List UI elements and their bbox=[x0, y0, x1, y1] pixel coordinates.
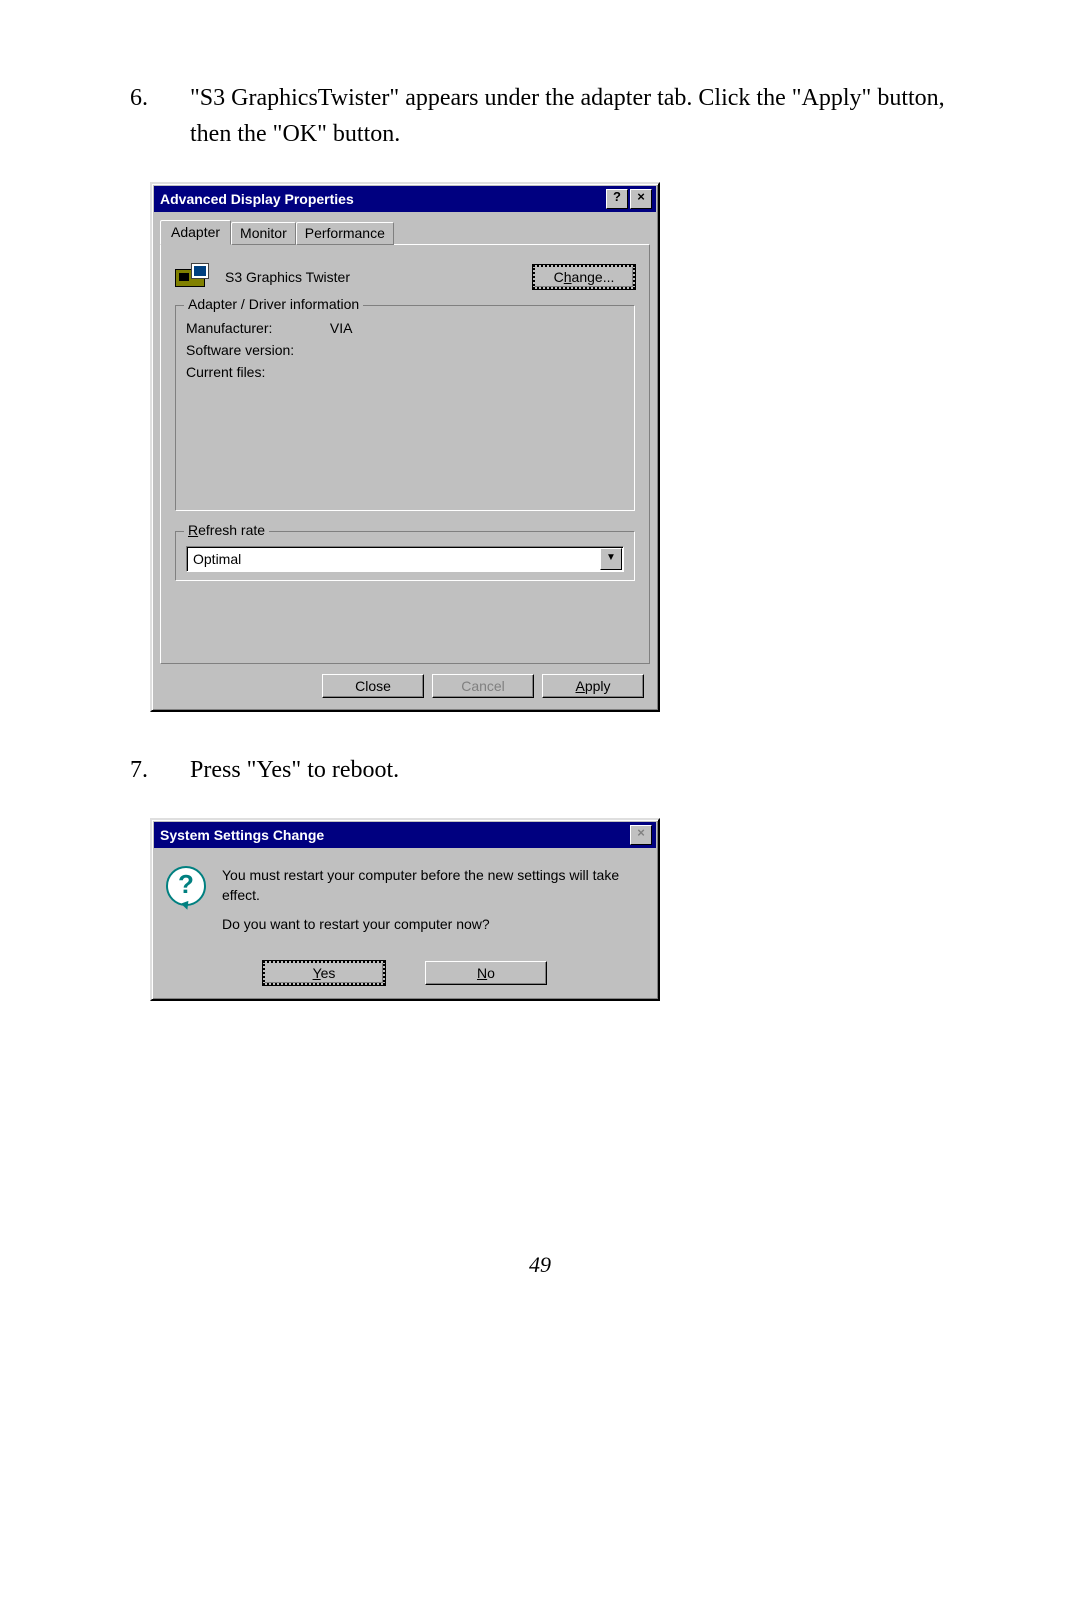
titlebar[interactable]: Advanced Display Properties ? × bbox=[154, 186, 656, 212]
step-6-number: 6. bbox=[120, 80, 190, 152]
close-button[interactable]: Close bbox=[322, 674, 424, 698]
system-settings-change-dialog: System Settings Change × ? You must rest… bbox=[150, 818, 660, 1001]
tabs: Adapter Monitor Performance bbox=[160, 220, 650, 245]
message-line-2: Do you want to restart your computer now… bbox=[222, 915, 644, 935]
titlebar[interactable]: System Settings Change × bbox=[154, 822, 656, 848]
advanced-display-properties-dialog: Advanced Display Properties ? × Adapter … bbox=[150, 182, 660, 712]
manufacturer-label: Manufacturer: bbox=[186, 320, 326, 336]
driver-info-group: Adapter / Driver information Manufacture… bbox=[175, 305, 635, 511]
manufacturer-value: VIA bbox=[330, 320, 353, 336]
help-icon[interactable]: ? bbox=[606, 189, 628, 209]
apply-button[interactable]: Apply bbox=[542, 674, 644, 698]
message-text: You must restart your computer before th… bbox=[222, 866, 644, 945]
message-line-1: You must restart your computer before th… bbox=[222, 866, 644, 905]
chevron-down-icon[interactable]: ▼ bbox=[600, 548, 622, 570]
tab-performance[interactable]: Performance bbox=[296, 222, 394, 245]
step-6-text: "S3 GraphicsTwister" appears under the a… bbox=[190, 80, 960, 152]
refresh-group-legend: Refresh rate bbox=[184, 522, 269, 538]
page-number: 49 bbox=[0, 1252, 1080, 1278]
cancel-button: Cancel bbox=[432, 674, 534, 698]
tab-panel-adapter: S3 Graphics Twister Change... Adapter / … bbox=[160, 244, 650, 664]
adapter-icon bbox=[175, 263, 209, 291]
no-button[interactable]: No bbox=[425, 961, 547, 985]
dialog-title: System Settings Change bbox=[160, 827, 628, 843]
yes-button[interactable]: Yes bbox=[263, 961, 385, 985]
step-6: 6. "S3 GraphicsTwister" appears under th… bbox=[120, 80, 960, 152]
adapter-name: S3 Graphics Twister bbox=[225, 269, 533, 285]
change-button[interactable]: Change... bbox=[533, 265, 635, 289]
step-7: 7. Press "Yes" to reboot. bbox=[120, 752, 960, 788]
driver-group-legend: Adapter / Driver information bbox=[184, 296, 363, 312]
step-7-number: 7. bbox=[120, 752, 190, 788]
dialog-title: Advanced Display Properties bbox=[160, 191, 604, 207]
tab-monitor[interactable]: Monitor bbox=[231, 222, 296, 245]
current-files-label: Current files: bbox=[186, 364, 326, 380]
question-icon: ? bbox=[166, 866, 206, 906]
refresh-rate-combo[interactable]: Optimal ▼ bbox=[186, 546, 624, 572]
refresh-rate-value: Optimal bbox=[187, 551, 599, 567]
close-icon[interactable]: × bbox=[630, 189, 652, 209]
step-7-text: Press "Yes" to reboot. bbox=[190, 752, 960, 788]
tab-adapter[interactable]: Adapter bbox=[160, 220, 231, 245]
refresh-rate-group: Refresh rate Optimal ▼ bbox=[175, 531, 635, 581]
close-icon: × bbox=[630, 825, 652, 845]
software-version-label: Software version: bbox=[186, 342, 326, 358]
